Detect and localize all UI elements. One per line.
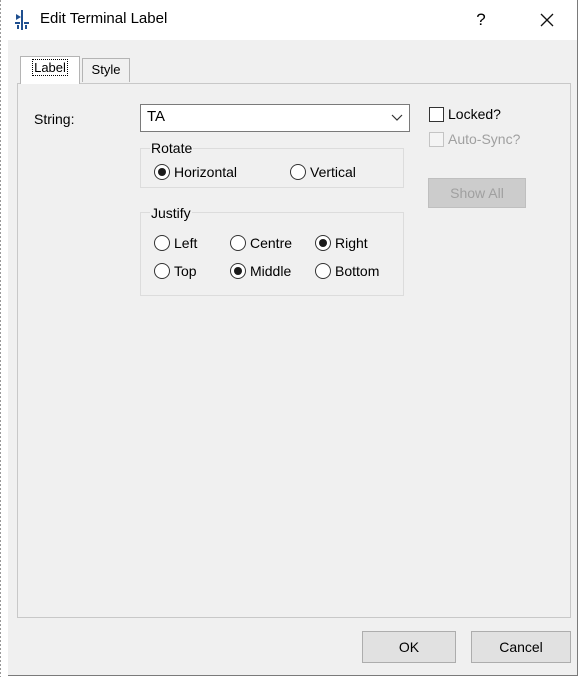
radio-circle bbox=[315, 263, 331, 279]
locked-checkbox-box bbox=[429, 106, 444, 122]
justify-bottom-radio[interactable]: Bottom bbox=[315, 263, 379, 279]
show-all-button[interactable]: Show All bbox=[428, 178, 526, 208]
chevron-down-icon bbox=[391, 114, 403, 121]
justify-group-title: Justify bbox=[150, 205, 192, 221]
radio-circle bbox=[154, 235, 170, 251]
rotate-group-title: Rotate bbox=[150, 140, 194, 156]
radio-circle bbox=[154, 263, 170, 279]
string-label: String: bbox=[34, 111, 75, 127]
locked-checkbox[interactable]: Locked? bbox=[429, 106, 501, 122]
left-edge bbox=[0, 0, 1, 677]
terminal-label-icon bbox=[15, 10, 29, 30]
auto-sync-checkbox-box bbox=[429, 131, 444, 147]
rotate-vertical-radio[interactable]: Vertical bbox=[290, 164, 356, 180]
title-bar: Edit Terminal Label ? bbox=[8, 0, 577, 40]
justify-top-radio[interactable]: Top bbox=[154, 263, 197, 279]
justify-middle-radio[interactable]: Middle bbox=[230, 263, 291, 279]
ok-button[interactable]: OK bbox=[362, 631, 456, 663]
window-title: Edit Terminal Label bbox=[40, 10, 168, 27]
justify-top-label: Top bbox=[174, 263, 197, 279]
radio-circle bbox=[154, 164, 170, 180]
close-button[interactable] bbox=[530, 5, 564, 35]
justify-left-label: Left bbox=[174, 235, 198, 251]
rotate-horizontal-radio[interactable]: Horizontal bbox=[154, 164, 237, 180]
radio-circle bbox=[290, 164, 306, 180]
radio-circle bbox=[315, 235, 331, 251]
string-combobox[interactable]: TA bbox=[140, 104, 410, 132]
cancel-button[interactable]: Cancel bbox=[471, 631, 571, 663]
tab-label[interactable]: Label bbox=[20, 56, 80, 84]
tab-style-text: Style bbox=[91, 62, 121, 77]
radio-circle bbox=[230, 235, 246, 251]
auto-sync-checkbox[interactable]: Auto-Sync? bbox=[429, 131, 520, 147]
help-button[interactable]: ? bbox=[466, 8, 496, 32]
justify-group bbox=[140, 212, 404, 296]
auto-sync-label: Auto-Sync? bbox=[448, 131, 521, 147]
justify-left-radio[interactable]: Left bbox=[154, 235, 197, 251]
justify-centre-radio[interactable]: Centre bbox=[230, 235, 292, 251]
locked-label: Locked? bbox=[448, 106, 501, 122]
rotate-horizontal-label: Horizontal bbox=[174, 164, 238, 180]
justify-right-label: Right bbox=[335, 235, 368, 251]
close-icon bbox=[540, 13, 554, 27]
justify-right-radio[interactable]: Right bbox=[315, 235, 368, 251]
string-value: TA bbox=[147, 108, 166, 125]
justify-centre-label: Centre bbox=[250, 235, 293, 251]
justify-bottom-label: Bottom bbox=[335, 263, 380, 279]
edit-terminal-label-dialog: Edit Terminal Label ? Label Style String… bbox=[8, 0, 578, 676]
radio-circle bbox=[230, 263, 246, 279]
justify-middle-label: Middle bbox=[250, 263, 292, 279]
rotate-vertical-label: Vertical bbox=[310, 164, 356, 180]
tab-label-text: Label bbox=[32, 59, 68, 76]
tab-style[interactable]: Style bbox=[82, 58, 130, 82]
